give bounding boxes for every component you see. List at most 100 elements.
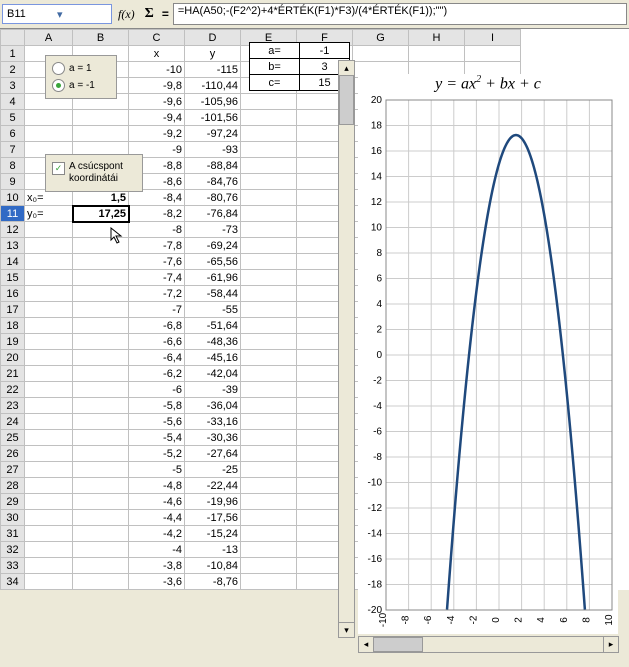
row-header[interactable]: 13: [1, 238, 25, 254]
cell-D11[interactable]: -76,84: [185, 206, 241, 222]
cell-C14[interactable]: -7,6: [129, 254, 185, 270]
cell-B24[interactable]: [73, 414, 129, 430]
cell-C28[interactable]: -4,8: [129, 478, 185, 494]
cell-C1[interactable]: x: [129, 46, 185, 62]
cell-E9[interactable]: [241, 174, 297, 190]
cell-A22[interactable]: [25, 382, 73, 398]
cell-C20[interactable]: -6,4: [129, 350, 185, 366]
cell-D1[interactable]: y: [185, 46, 241, 62]
cell-E15[interactable]: [241, 270, 297, 286]
row-header[interactable]: 8: [1, 158, 25, 174]
cell-E24[interactable]: [241, 414, 297, 430]
radio-a-plus1[interactable]: a = 1: [52, 60, 110, 77]
cell-C27[interactable]: -5: [129, 462, 185, 478]
row-header[interactable]: 15: [1, 270, 25, 286]
scroll-thumb[interactable]: [373, 637, 423, 652]
row-header[interactable]: 7: [1, 142, 25, 158]
cell-D33[interactable]: -10,84: [185, 558, 241, 574]
cell-E11[interactable]: [241, 206, 297, 222]
cell-B34[interactable]: [73, 574, 129, 590]
cell-A33[interactable]: [25, 558, 73, 574]
row-header[interactable]: 32: [1, 542, 25, 558]
cell-C24[interactable]: -5,6: [129, 414, 185, 430]
cell-name-box[interactable]: B11 ▾: [2, 4, 112, 24]
cell-E21[interactable]: [241, 366, 297, 382]
col-header[interactable]: D: [185, 30, 241, 46]
row-header[interactable]: 31: [1, 526, 25, 542]
row-header[interactable]: 30: [1, 510, 25, 526]
cell-B30[interactable]: [73, 510, 129, 526]
col-header[interactable]: C: [129, 30, 185, 46]
row-header[interactable]: 11: [1, 206, 25, 222]
cell-C13[interactable]: -7,8: [129, 238, 185, 254]
cell-D18[interactable]: -51,64: [185, 318, 241, 334]
cell-B17[interactable]: [73, 302, 129, 318]
cell-G1[interactable]: [353, 46, 409, 62]
cell-C33[interactable]: -3,8: [129, 558, 185, 574]
row-header[interactable]: 12: [1, 222, 25, 238]
cell-E25[interactable]: [241, 430, 297, 446]
cell-B18[interactable]: [73, 318, 129, 334]
cell-A5[interactable]: [25, 110, 73, 126]
cell-C31[interactable]: -4,2: [129, 526, 185, 542]
cell-B25[interactable]: [73, 430, 129, 446]
cell-D19[interactable]: -48,36: [185, 334, 241, 350]
cell-C22[interactable]: -6: [129, 382, 185, 398]
cell-A11[interactable]: y₀=: [25, 206, 73, 222]
radio-a-minus1[interactable]: a = -1: [52, 77, 110, 94]
cell-B28[interactable]: [73, 478, 129, 494]
row-header[interactable]: 14: [1, 254, 25, 270]
cell-B19[interactable]: [73, 334, 129, 350]
cell-E32[interactable]: [241, 542, 297, 558]
cell-I1[interactable]: [465, 46, 521, 62]
scroll-left-icon[interactable]: ◂: [359, 637, 374, 652]
checkbox-vertex-coords[interactable]: ✓ A csúcspont koordinátái: [45, 154, 143, 192]
cell-D32[interactable]: -13: [185, 542, 241, 558]
cell-A29[interactable]: [25, 494, 73, 510]
row-header[interactable]: 10: [1, 190, 25, 206]
cell-D22[interactable]: -39: [185, 382, 241, 398]
cell-E31[interactable]: [241, 526, 297, 542]
cell-E13[interactable]: [241, 238, 297, 254]
horizontal-scrollbar[interactable]: ◂ ▸: [358, 636, 619, 653]
cell-D29[interactable]: -19,96: [185, 494, 241, 510]
cell-D12[interactable]: -73: [185, 222, 241, 238]
col-header[interactable]: H: [409, 30, 465, 46]
cell-A25[interactable]: [25, 430, 73, 446]
col-header[interactable]: B: [73, 30, 129, 46]
col-header[interactable]: I: [465, 30, 521, 46]
cell-A26[interactable]: [25, 446, 73, 462]
cell-E20[interactable]: [241, 350, 297, 366]
row-header[interactable]: 6: [1, 126, 25, 142]
row-header[interactable]: 23: [1, 398, 25, 414]
cell-B32[interactable]: [73, 542, 129, 558]
row-header[interactable]: 4: [1, 94, 25, 110]
cell-D3[interactable]: -110,44: [185, 78, 241, 94]
row-header[interactable]: 29: [1, 494, 25, 510]
cell-C2[interactable]: -10: [129, 62, 185, 78]
cell-D5[interactable]: -101,56: [185, 110, 241, 126]
cell-A21[interactable]: [25, 366, 73, 382]
cell-A16[interactable]: [25, 286, 73, 302]
cell-A6[interactable]: [25, 126, 73, 142]
cell-D15[interactable]: -61,96: [185, 270, 241, 286]
cell-B13[interactable]: [73, 238, 129, 254]
row-header[interactable]: 20: [1, 350, 25, 366]
row-header[interactable]: 1: [1, 46, 25, 62]
cell-D4[interactable]: -105,96: [185, 94, 241, 110]
row-header[interactable]: 5: [1, 110, 25, 126]
row-header[interactable]: 24: [1, 414, 25, 430]
scroll-down-icon[interactable]: ▾: [339, 622, 354, 637]
cell-E4[interactable]: [241, 94, 297, 110]
cell-B29[interactable]: [73, 494, 129, 510]
cell-E12[interactable]: [241, 222, 297, 238]
cell-A23[interactable]: [25, 398, 73, 414]
cell-A17[interactable]: [25, 302, 73, 318]
cell-C19[interactable]: -6,6: [129, 334, 185, 350]
cell-A24[interactable]: [25, 414, 73, 430]
cell-C18[interactable]: -6,8: [129, 318, 185, 334]
cell-D21[interactable]: -42,04: [185, 366, 241, 382]
row-header[interactable]: 17: [1, 302, 25, 318]
row-header[interactable]: 22: [1, 382, 25, 398]
cell-C16[interactable]: -7,2: [129, 286, 185, 302]
